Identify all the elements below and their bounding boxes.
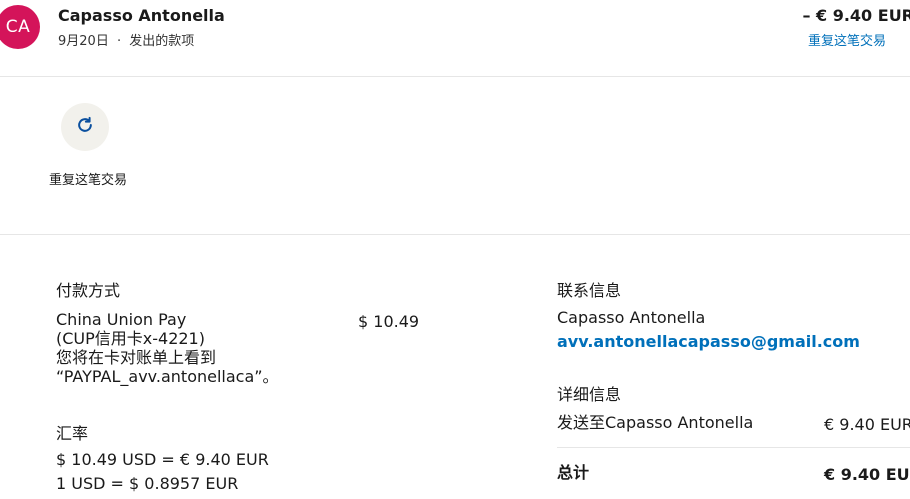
payment-method-title: 付款方式 [56, 281, 121, 300]
exchange-rate-line2: 1 USD = $ 0.8957 EUR [56, 474, 239, 493]
subline-separator: · [116, 34, 122, 49]
actions-section: 重复这笔交易 [0, 77, 910, 235]
merchant-name: Capasso Antonella [58, 6, 225, 25]
contact-info-title: 联系信息 [557, 281, 622, 300]
payment-method-line1: China Union Pay [56, 310, 187, 329]
transaction-amount: – € 9.40 EUR [802, 6, 910, 25]
repeat-transaction-button[interactable] [61, 103, 109, 151]
total-label: 总计 [557, 463, 590, 482]
transaction-type: 发出的款项 [129, 34, 195, 49]
sent-to-label: 发送至Capasso Antonella [557, 413, 754, 432]
details-title: 详细信息 [557, 385, 622, 404]
payment-method-line2: (CUP信用卡x-4221) [56, 329, 205, 348]
sent-to-amount: € 9.40 EUR [824, 415, 910, 434]
avatar: CA [0, 5, 40, 49]
repeat-transaction-label[interactable]: 重复这笔交易 [48, 171, 128, 190]
contact-email-link[interactable]: avv.antonellacapasso@gmail.com [557, 332, 860, 351]
transaction-subline: 9月20日 · 发出的款项 [58, 30, 194, 49]
exchange-rate-title: 汇率 [56, 424, 89, 443]
transaction-header: CA Capasso Antonella 9月20日 · 发出的款项 – € 9… [0, 0, 910, 77]
exchange-rate-line1: $ 10.49 USD = € 9.40 EUR [56, 450, 269, 469]
payment-method-line3: 您将在卡对账单上看到 [56, 348, 217, 367]
contact-name: Capasso Antonella [557, 308, 706, 327]
payment-method-line4: “PAYPAL_avv.antonellaca”。 [56, 367, 279, 386]
details-divider [557, 447, 910, 448]
payment-method-amount: $ 10.49 [358, 312, 420, 331]
transaction-date: 9月20日 [58, 34, 109, 49]
total-amount: € 9.40 EUR [824, 465, 910, 484]
repeat-transaction-link[interactable]: 重复这笔交易 [808, 30, 886, 49]
refresh-icon [75, 115, 95, 139]
